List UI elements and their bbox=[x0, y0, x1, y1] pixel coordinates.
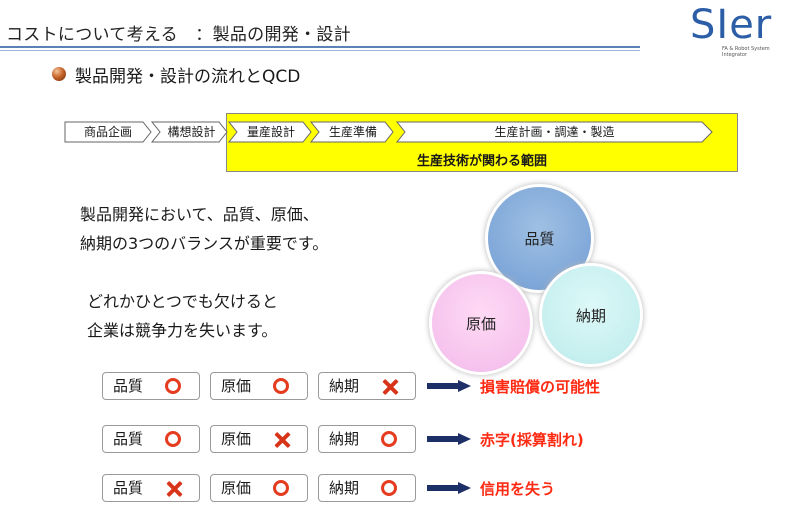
pill-label: 原価 bbox=[221, 377, 252, 395]
cost-pill: 原価 bbox=[210, 425, 308, 453]
body-line: どれかひとつでも欠けると bbox=[87, 292, 278, 311]
pill-label: 納期 bbox=[329, 377, 360, 395]
body-line: 納期の3つのバランスが重要です。 bbox=[80, 234, 329, 253]
flow-step-label: 量産設計 bbox=[246, 125, 295, 139]
circle-mark-icon bbox=[165, 378, 181, 394]
cross-mark-icon bbox=[274, 431, 291, 448]
pill-label: 品質 bbox=[113, 430, 144, 448]
result-text: 赤字(採算割れ) bbox=[480, 431, 584, 449]
delivery-pill: 納期 bbox=[318, 425, 416, 453]
flow-step-production-prep: 生産準備 bbox=[309, 121, 394, 143]
body-paragraph-balance: 製品開発において、品質、原価、 納期の3つのバランスが重要です。 bbox=[80, 200, 328, 258]
flow-step-label: 生産計画・調達・製造 bbox=[494, 125, 615, 139]
circle-mark-icon bbox=[165, 431, 181, 447]
cost-circle: 原価 bbox=[432, 274, 530, 372]
circle-mark-icon bbox=[381, 480, 397, 496]
flow-step-label: 生産準備 bbox=[328, 125, 377, 139]
cost-pill: 原価 bbox=[210, 474, 308, 502]
logo-subtext: FA & Robot System Integrator bbox=[722, 46, 770, 58]
delivery-circle: 納期 bbox=[542, 266, 640, 364]
flow-step-concept-design: 構想設計 bbox=[150, 121, 228, 143]
cost-pill: 原価 bbox=[210, 372, 308, 400]
result-text: 信用を失う bbox=[480, 480, 556, 498]
pill-label: 原価 bbox=[221, 430, 252, 448]
delivery-pill: 納期 bbox=[318, 474, 416, 502]
header-rule bbox=[0, 46, 640, 48]
quality-pill: 品質 bbox=[102, 474, 200, 502]
cross-mark-icon bbox=[382, 378, 399, 395]
flow-step-mass-production-design: 量産設計 bbox=[227, 121, 312, 143]
pill-label: 品質 bbox=[113, 479, 144, 497]
body-line: 企業は競争力を失います。 bbox=[87, 321, 278, 340]
arrow-right-icon bbox=[427, 433, 471, 445]
slide-title: コストについて考える ：製品の開発・設計 bbox=[6, 25, 351, 45]
body-paragraph-competitiveness: どれかひとつでも欠けると 企業は競争力を失います。 bbox=[87, 287, 278, 345]
flow-step-product-planning: 商品企画 bbox=[64, 121, 152, 143]
pill-label: 納期 bbox=[329, 430, 360, 448]
body-line: 製品開発において、品質、原価、 bbox=[80, 205, 319, 224]
result-text: 損害賠償の可能性 bbox=[480, 378, 601, 396]
circle-mark-icon bbox=[273, 480, 289, 496]
circle-mark-icon bbox=[273, 378, 289, 394]
quality-pill: 品質 bbox=[102, 425, 200, 453]
arrow-right-icon bbox=[427, 380, 471, 392]
flow-step-planning-procurement-manufacturing: 生産計画・調達・製造 bbox=[395, 121, 713, 143]
quality-pill: 品質 bbox=[102, 372, 200, 400]
arrow-right-icon bbox=[427, 482, 471, 494]
flow-step-label: 商品企画 bbox=[83, 125, 132, 139]
flow-step-label: 構想設計 bbox=[167, 125, 216, 139]
flow-caption: 生産技術が関わる範囲 bbox=[416, 154, 547, 169]
logo-wordmark: SIer bbox=[690, 2, 773, 48]
header-rule-thin bbox=[0, 50, 640, 51]
circle-mark-icon bbox=[381, 431, 397, 447]
pill-label: 品質 bbox=[113, 377, 144, 395]
bullet-sphere-icon bbox=[52, 67, 66, 81]
delivery-pill: 納期 bbox=[318, 372, 416, 400]
pill-label: 原価 bbox=[221, 479, 252, 497]
sier-logo: SIer FA & Robot System Integrator bbox=[690, 2, 782, 60]
cross-mark-icon bbox=[166, 480, 183, 497]
pill-label: 納期 bbox=[329, 479, 360, 497]
section-subtitle: 製品開発・設計の流れとQCD bbox=[75, 67, 301, 87]
